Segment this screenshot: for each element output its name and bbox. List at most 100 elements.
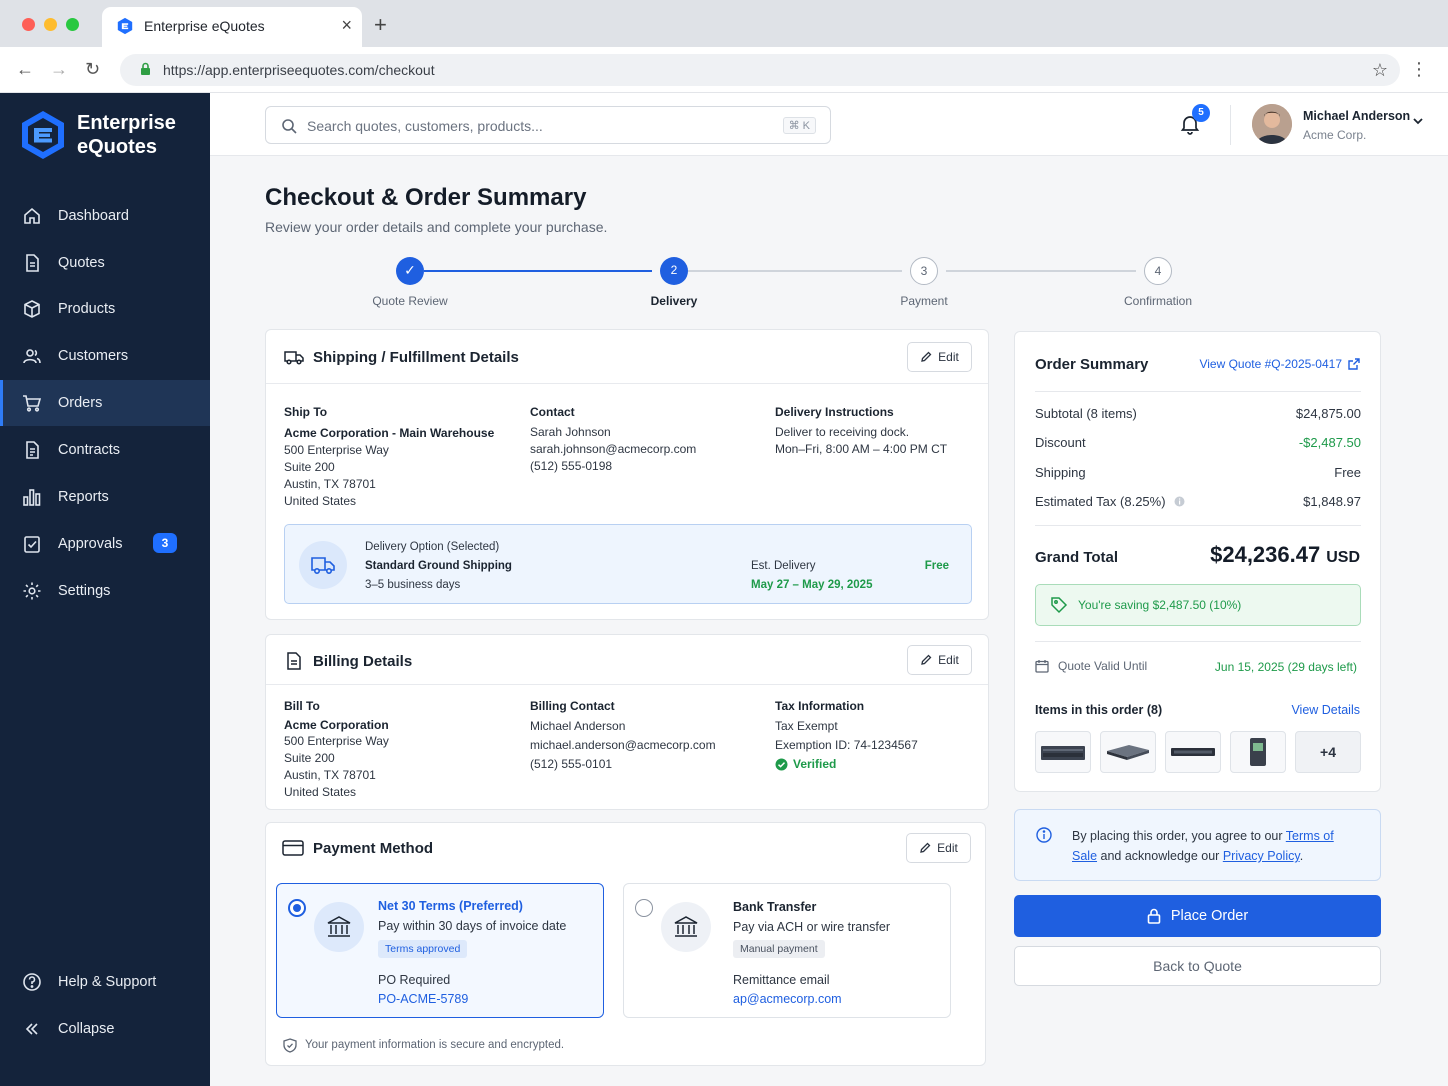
sidebar-item-customers[interactable]: Customers [0,333,210,379]
maximize-window-icon[interactable] [66,18,79,31]
sidebar-item-dashboard[interactable]: Dashboard [0,193,210,239]
delivery-instructions-label: Delivery Instructions [775,405,894,419]
step-connector [946,270,1136,272]
shipping-card-header: Shipping / Fulfillment Details Edit [266,330,988,384]
back-to-quote-button[interactable]: Back to Quote [1014,946,1381,986]
product-thumbnail[interactable] [1165,731,1221,773]
contract-icon [22,440,42,460]
sidebar-item-contracts[interactable]: Contracts [0,427,210,473]
browser-tab[interactable]: Enterprise eQuotes × [102,7,362,47]
privacy-policy-link[interactable]: Privacy Policy [1223,849,1300,863]
ship-to-address: 500 Enterprise Way Suite 200 Austin, TX … [284,443,389,508]
info-icon[interactable] [1174,496,1185,507]
payment-option-net30[interactable]: Net 30 Terms (Preferred) Pay within 30 d… [276,883,604,1018]
browser-tab-bar: Enterprise eQuotes × + [0,0,1448,47]
lock-icon [141,62,150,75]
page-title: Checkout & Order Summary [265,184,587,211]
lock-icon [1147,908,1161,924]
grand-total-label: Grand Total [1035,549,1119,566]
bill-to-address: 500 Enterprise Way Suite 200 Austin, TX … [284,734,389,799]
po-required-label: PO Required [378,973,451,987]
quote-valid-label: Quote Valid Until [1035,659,1147,673]
sidebar-item-reports[interactable]: Reports [0,474,210,520]
order-summary-card: Order Summary View Quote #Q-2025-0417 Su… [1014,331,1381,792]
tax-info-label: Tax Information [775,699,865,713]
grand-total-value: $24,236.47 [1210,542,1321,567]
home-icon [22,206,42,226]
url-field[interactable]: https://app.enterpriseequotes.com/checko… [120,54,1400,86]
search-input[interactable]: Search quotes, customers, products... ⌘ … [265,106,831,144]
tax-row: Estimated Tax (8.25%) $1,848.97 [1035,494,1361,509]
payment-card-title: Payment Method [313,840,434,857]
sidebar-item-orders[interactable]: Orders [0,380,210,426]
delivery-option-label: Delivery Option (Selected) [365,541,500,553]
chevron-down-icon[interactable] [1412,115,1424,127]
info-circle-icon [1036,827,1052,843]
billing-contact-details: Michael Anderson michael.anderson@acmeco… [530,719,716,771]
credit-card-icon [282,840,304,856]
terms-notice: By placing this order, you agree to our … [1014,809,1381,881]
forward-icon[interactable]: → [50,59,68,80]
sidebar-collapse-button[interactable]: Collapse [0,1006,210,1052]
bookmark-star-icon[interactable]: ☆ [1372,60,1388,81]
step-3-label: Payment [900,294,948,308]
payment-card-header: Payment Method Edit [266,823,985,873]
sidebar-item-products[interactable]: Products [0,286,210,332]
step-2-number[interactable]: 2 [660,257,688,285]
manual-payment-badge: Manual payment [733,940,825,958]
view-details-link[interactable]: View Details [1291,703,1360,717]
product-thumbnail[interactable] [1035,731,1091,773]
edit-payment-button[interactable]: Edit [906,833,971,863]
sidebar-item-approvals[interactable]: Approvals 3 [0,521,210,567]
sidebar-item-help[interactable]: Help & Support [0,959,210,1005]
po-number: PO-ACME-5789 [378,992,469,1006]
quote-valid-value: Jun 15, 2025 (29 days left) [1214,660,1357,674]
product-thumbnail[interactable] [1230,731,1286,773]
remittance-email-label: Remittance email [733,973,830,987]
divider [1035,525,1361,526]
shipping-card-title: Shipping / Fulfillment Details [313,349,519,366]
product-thumbnail[interactable] [1100,731,1156,773]
discount-row: Discount -$2,487.50 [1035,435,1361,450]
header-divider [1230,105,1231,145]
close-window-icon[interactable] [22,18,35,31]
step-4-label: Confirmation [1123,294,1193,308]
net30-radio[interactable] [288,899,306,917]
close-tab-icon[interactable]: × [341,15,352,36]
more-items-count[interactable]: +4 [1295,731,1361,773]
back-icon[interactable]: ← [16,59,34,80]
sidebar-item-settings[interactable]: Settings [0,568,210,614]
avatar[interactable] [1252,104,1292,144]
step-4-number[interactable]: 4 [1144,257,1172,285]
net30-title: Net 30 Terms (Preferred) [378,899,523,913]
browser-menu-icon[interactable]: ⋮ [1410,59,1428,80]
edit-shipping-button[interactable]: Edit [907,342,972,372]
bank-transfer-title: Bank Transfer [733,900,817,914]
bank-icon [661,902,711,952]
new-tab-icon[interactable]: + [374,12,387,38]
sidebar-item-quotes[interactable]: Quotes [0,240,210,286]
bank-transfer-radio[interactable] [635,899,653,917]
view-quote-link[interactable]: View Quote #Q-2025-0417 [1199,357,1360,371]
minimize-window-icon[interactable] [44,18,57,31]
remittance-email: ap@acmecorp.com [733,992,842,1006]
step-1-check-icon[interactable]: ✓ [396,257,424,285]
place-order-button[interactable]: Place Order [1014,895,1381,937]
shield-check-icon [283,1038,297,1053]
reload-icon[interactable]: ↻ [85,59,100,80]
pencil-icon [921,654,932,665]
delivery-option-name: Standard Ground Shipping [365,560,512,572]
step-3-number[interactable]: 3 [910,257,938,285]
delivery-truck-icon [299,541,347,589]
payment-option-bank-transfer[interactable]: Bank Transfer Pay via ACH or wire transf… [623,883,951,1018]
app-logo-icon [117,17,133,35]
step-connector [424,270,652,272]
bill-to-label: Bill To [284,699,320,713]
box-icon [22,299,42,319]
order-summary-title: Order Summary [1035,356,1149,373]
ship-to-label: Ship To [284,405,328,419]
billing-card-header: Billing Details Edit [266,635,988,685]
brand-name: Enterprise eQuotes [77,112,176,158]
edit-billing-button[interactable]: Edit [907,645,972,675]
selected-delivery-option[interactable]: Delivery Option (Selected) Standard Grou… [284,524,972,604]
